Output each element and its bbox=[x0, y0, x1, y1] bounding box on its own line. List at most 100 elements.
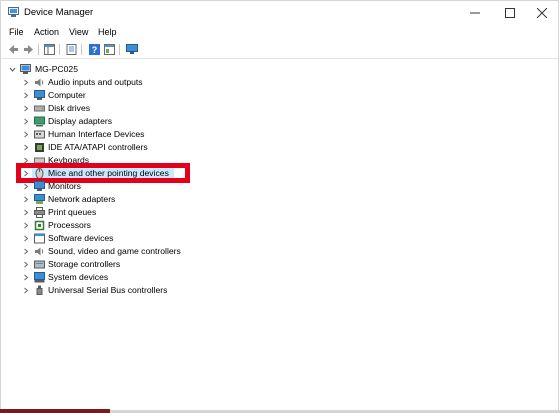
menu-help[interactable]: Help bbox=[98, 27, 117, 37]
storage-icon bbox=[34, 260, 45, 269]
toolbar-separator bbox=[119, 44, 120, 55]
network-icon bbox=[34, 194, 45, 204]
expand-chevron-icon[interactable] bbox=[22, 232, 30, 245]
close-icon bbox=[537, 7, 547, 18]
expand-chevron-icon[interactable] bbox=[22, 206, 30, 219]
svg-text:?: ? bbox=[91, 45, 97, 55]
expand-chevron-icon[interactable] bbox=[22, 141, 30, 154]
tree-item-label: Software devices bbox=[48, 233, 114, 243]
device-manager-window: Device Manager File Action View Help ? M… bbox=[0, 0, 559, 411]
hid-icon bbox=[34, 130, 45, 139]
tree-item-label: Display adapters bbox=[48, 116, 113, 126]
tree-root-row[interactable]: MG-PC025 bbox=[1, 63, 201, 76]
toolbar: ? bbox=[1, 41, 558, 59]
scan-hardware-button[interactable] bbox=[126, 43, 138, 55]
tree-item-label: Processors bbox=[48, 220, 91, 230]
tree-item-label: System devices bbox=[48, 272, 109, 282]
device-manager-app-icon bbox=[8, 7, 19, 17]
minimize-button[interactable] bbox=[458, 1, 492, 24]
software-icon bbox=[34, 233, 45, 244]
tree-item[interactable]: Print queues bbox=[1, 206, 301, 219]
tree-item[interactable]: IDE ATA/ATAPI controllers bbox=[1, 141, 301, 154]
tree-item-label: Sound, video and game controllers bbox=[48, 246, 181, 256]
usb-icon bbox=[36, 285, 43, 295]
tree-item-label: IDE ATA/ATAPI controllers bbox=[48, 142, 148, 152]
tree-item[interactable]: Software devices bbox=[1, 232, 301, 245]
menu-file[interactable]: File bbox=[9, 27, 24, 37]
window-title: Device Manager bbox=[24, 7, 94, 18]
speaker-icon bbox=[35, 78, 44, 87]
menu-action[interactable]: Action bbox=[34, 27, 59, 37]
tree-item[interactable]: System devices bbox=[1, 271, 301, 284]
tree-item[interactable]: Universal Serial Bus controllers bbox=[1, 284, 301, 297]
tree-item-label: Storage controllers bbox=[48, 259, 121, 269]
processor-icon bbox=[34, 220, 45, 231]
expand-chevron-icon[interactable] bbox=[22, 128, 30, 141]
close-button[interactable] bbox=[525, 1, 559, 24]
sound-icon bbox=[35, 247, 44, 256]
menu-view[interactable]: View bbox=[69, 27, 88, 37]
expand-chevron-icon[interactable] bbox=[22, 76, 30, 89]
tree-item[interactable]: Audio inputs and outputs bbox=[1, 76, 301, 89]
help-button[interactable]: ? bbox=[88, 43, 100, 55]
maximize-button[interactable] bbox=[493, 1, 527, 24]
toolbar-separator bbox=[38, 44, 39, 55]
tree-item[interactable]: Network adapters bbox=[1, 193, 301, 206]
computer-icon bbox=[34, 90, 45, 100]
tree-item[interactable]: Computer bbox=[1, 89, 301, 102]
tree-item[interactable]: Human Interface Devices bbox=[1, 128, 301, 141]
forward-icon bbox=[23, 44, 33, 54]
maximize-icon bbox=[505, 7, 515, 18]
tree-item-label: Network adapters bbox=[48, 194, 116, 204]
tree-item-label: Disk drives bbox=[48, 103, 91, 113]
show-hide-console-tree-button[interactable] bbox=[43, 43, 55, 55]
expand-chevron-icon[interactable] bbox=[22, 89, 30, 102]
tree-root-label: MG-PC025 bbox=[35, 64, 78, 74]
tree-item-label: Universal Serial Bus controllers bbox=[48, 285, 168, 295]
toolbar-separator bbox=[81, 44, 82, 55]
display-adapter-icon bbox=[34, 116, 45, 127]
title-bar[interactable]: Device Manager bbox=[1, 1, 558, 24]
ide-icon bbox=[35, 143, 44, 152]
expand-chevron-icon[interactable] bbox=[22, 284, 30, 297]
computer-icon bbox=[20, 64, 31, 74]
minimize-icon bbox=[470, 12, 480, 13]
monitor-icon bbox=[34, 181, 45, 191]
tree-item-label: Monitors bbox=[48, 181, 81, 191]
tree-item[interactable]: Monitors bbox=[1, 180, 301, 193]
expand-chevron-icon[interactable] bbox=[22, 180, 30, 193]
monitor-icon bbox=[126, 43, 138, 54]
view-button[interactable] bbox=[103, 43, 115, 55]
tree-item-label: Computer bbox=[48, 90, 86, 100]
tree-item[interactable]: Storage controllers bbox=[1, 258, 301, 271]
back-icon bbox=[8, 44, 18, 54]
expand-chevron-icon[interactable] bbox=[22, 102, 30, 115]
collapse-chevron-icon[interactable] bbox=[8, 63, 16, 76]
expand-chevron-icon[interactable] bbox=[22, 219, 30, 232]
tree-item[interactable]: Sound, video and game controllers bbox=[1, 245, 301, 258]
tree-item-label: Audio inputs and outputs bbox=[48, 77, 143, 87]
help-icon: ? bbox=[88, 43, 100, 55]
toolbar-separator bbox=[59, 44, 60, 55]
disk-icon bbox=[34, 105, 45, 112]
properties-button[interactable] bbox=[65, 43, 77, 55]
expand-chevron-icon[interactable] bbox=[22, 245, 30, 258]
tree-item[interactable]: Processors bbox=[1, 219, 301, 232]
view-icon bbox=[103, 43, 115, 55]
taskbar-edge bbox=[0, 409, 110, 413]
forward-button[interactable] bbox=[22, 43, 34, 55]
expand-chevron-icon[interactable] bbox=[22, 258, 30, 271]
system-icon bbox=[34, 272, 45, 283]
tree-item-label: Human Interface Devices bbox=[48, 129, 145, 139]
expand-chevron-icon[interactable] bbox=[22, 271, 30, 284]
printer-icon bbox=[34, 207, 45, 218]
tree-item[interactable]: Display adapters bbox=[1, 115, 301, 128]
menu-bar: File Action View Help bbox=[1, 24, 558, 41]
expand-chevron-icon[interactable] bbox=[22, 193, 30, 206]
device-tree: MG-PC025 Audio inputs and outputs Comput… bbox=[1, 59, 558, 403]
console-tree-icon bbox=[43, 43, 55, 55]
tree-item-label: Print queues bbox=[48, 207, 97, 217]
back-button[interactable] bbox=[7, 43, 19, 55]
tree-item[interactable]: Disk drives bbox=[1, 102, 301, 115]
expand-chevron-icon[interactable] bbox=[22, 115, 30, 128]
